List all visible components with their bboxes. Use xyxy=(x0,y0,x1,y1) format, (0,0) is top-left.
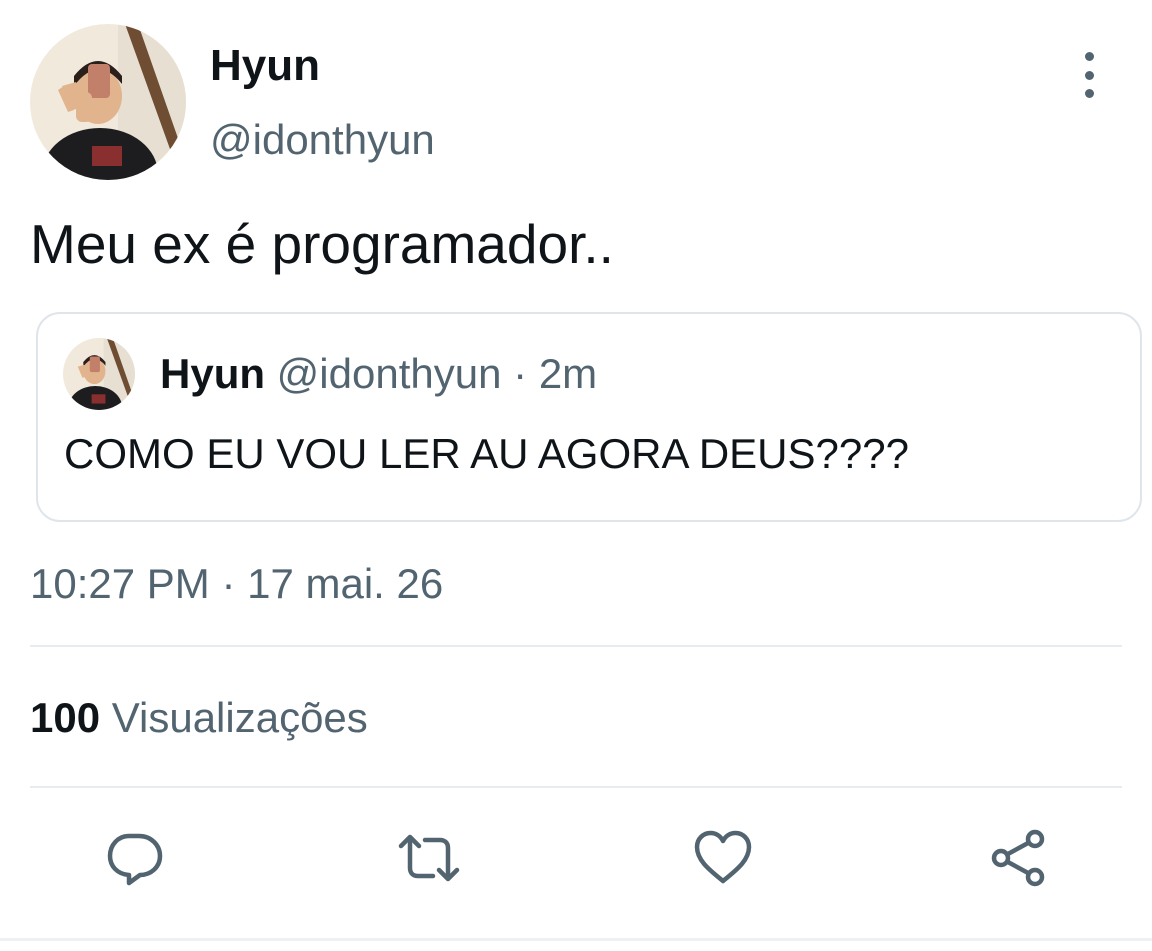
quoted-display-name: Hyun xyxy=(160,350,265,397)
avatar-photo xyxy=(63,338,135,410)
views-count: 100 xyxy=(30,694,101,741)
tweet-text: Meu ex é programador.. xyxy=(30,213,614,275)
views-label: Visualizações xyxy=(111,694,368,741)
quoted-handle: @idonthyun xyxy=(276,350,502,397)
more-vertical-icon-dot xyxy=(1084,89,1094,98)
heart-icon xyxy=(694,830,752,884)
divider xyxy=(30,645,1122,647)
retweet-button[interactable] xyxy=(397,826,461,890)
like-button[interactable] xyxy=(691,826,755,890)
tweet-timestamp[interactable]: 10:27 PM · 17 mai. 26 xyxy=(30,560,443,608)
share-icon xyxy=(991,829,1045,887)
quoted-separator: · xyxy=(513,350,528,397)
quoted-tweet-card[interactable]: Hyun @idonthyun · 2m COMO EU VOU LER AU … xyxy=(36,312,1142,522)
author-handle[interactable]: @idonthyun xyxy=(210,116,435,164)
reply-bubble-icon xyxy=(107,833,163,886)
avatar-photo xyxy=(30,24,186,180)
reply-button[interactable] xyxy=(103,826,167,890)
quoted-tweet-text: COMO EU VOU LER AU AGORA DEUS???? xyxy=(64,430,909,477)
quoted-tweet-header: Hyun @idonthyun · 2m xyxy=(160,350,597,398)
author-display-name[interactable]: Hyun xyxy=(210,42,320,90)
more-options-button[interactable] xyxy=(1068,52,1110,98)
more-vertical-icon xyxy=(1084,52,1094,61)
author-avatar[interactable] xyxy=(30,24,186,180)
quoted-time: 2m xyxy=(538,350,598,397)
divider xyxy=(30,786,1122,788)
views-stat[interactable]: 100 Visualizações xyxy=(30,694,368,742)
quoted-author-avatar xyxy=(63,338,135,410)
share-button[interactable] xyxy=(986,826,1050,890)
bottom-divider xyxy=(0,938,1152,941)
more-vertical-icon-dot xyxy=(1084,70,1094,80)
retweet-icon xyxy=(398,834,460,882)
